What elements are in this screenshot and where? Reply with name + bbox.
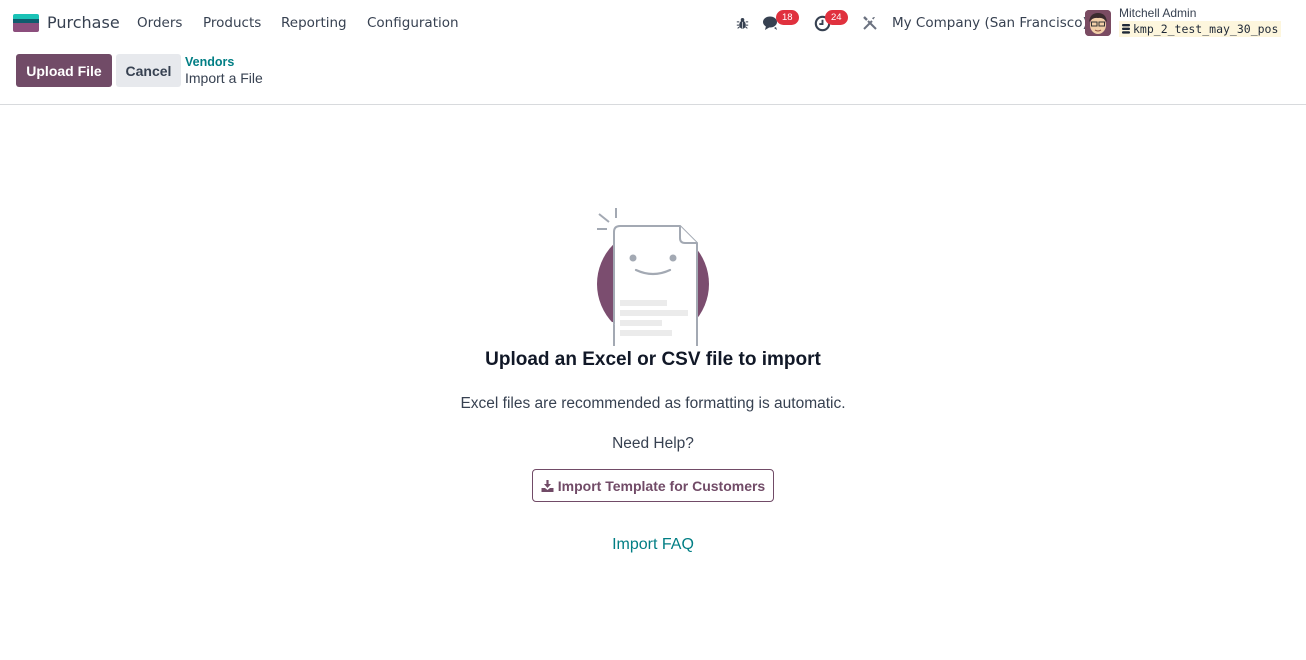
smiling-document-illustration bbox=[592, 204, 714, 365]
import-subtitle: Excel files are recommended as formattin… bbox=[460, 395, 846, 412]
database-icon bbox=[1122, 24, 1130, 34]
app-name[interactable]: Purchase bbox=[47, 13, 120, 32]
bug-icon[interactable] bbox=[733, 14, 751, 32]
import-title: Upload an Excel or CSV file to import bbox=[485, 349, 821, 370]
import-faq-container: Import FAQ bbox=[0, 536, 1306, 554]
tools-icon[interactable] bbox=[861, 14, 879, 32]
database-name-text: kmp_2_test_may_30_pos bbox=[1133, 22, 1279, 36]
messages-count-badge: 18 bbox=[776, 10, 799, 25]
user-name[interactable]: Mitchell Admin bbox=[1119, 6, 1196, 20]
database-name: kmp_2_test_may_30_pos bbox=[1119, 21, 1282, 37]
import-faq-link[interactable]: Import FAQ bbox=[612, 536, 694, 553]
menu-item-products[interactable]: Products bbox=[203, 15, 261, 31]
top-navbar: Purchase Orders Products Reporting Confi… bbox=[0, 0, 1306, 46]
breadcrumb-current: Import a File bbox=[185, 70, 263, 86]
activities-count-badge: 24 bbox=[825, 10, 848, 25]
import-template-label: Import Template for Customers bbox=[557, 477, 766, 494]
download-icon bbox=[541, 479, 554, 492]
control-panel-divider bbox=[0, 104, 1306, 105]
app-logo-icon[interactable] bbox=[13, 14, 39, 32]
need-help-text: Need Help? bbox=[612, 435, 694, 452]
user-avatar[interactable] bbox=[1085, 10, 1111, 36]
import-template-button[interactable]: Import Template for Customers bbox=[532, 469, 774, 502]
company-switcher[interactable]: My Company (San Francisco) bbox=[892, 15, 1088, 31]
menu-item-configuration[interactable]: Configuration bbox=[367, 15, 459, 31]
upload-file-button[interactable]: Upload File bbox=[16, 54, 112, 87]
cancel-button[interactable]: Cancel bbox=[116, 54, 181, 87]
menu-item-orders[interactable]: Orders bbox=[137, 15, 182, 31]
breadcrumb-vendors[interactable]: Vendors bbox=[185, 55, 234, 69]
menu-item-reporting[interactable]: Reporting bbox=[281, 15, 347, 31]
